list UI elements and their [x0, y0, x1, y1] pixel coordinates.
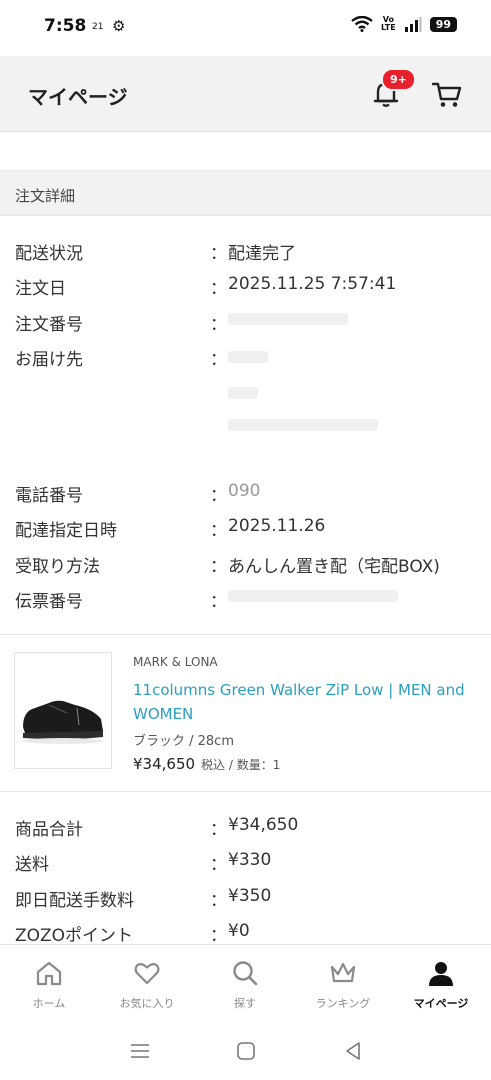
section-title: 注文詳細: [15, 187, 76, 205]
detail-value-redacted: [228, 587, 398, 607]
detail-label: 注文日: [15, 279, 66, 299]
detail-value: あんしん置き配（宅配BOX): [228, 557, 440, 577]
status-date-badge: 21: [92, 22, 104, 32]
nav-label: ホーム: [32, 997, 66, 1010]
nav-search[interactable]: 探す: [196, 945, 294, 1023]
detail-label: 伝票番号: [15, 592, 83, 612]
detail-row-delivery-date: 配達指定日時 ： 2025.11.26: [0, 512, 491, 546]
volte-bottom-label: LTE: [380, 23, 396, 32]
product-brand: MARK & LONA: [133, 655, 218, 669]
product-price-row: ¥34,650 税込 / 数量：1: [133, 755, 280, 773]
detail-colon: ：: [210, 486, 227, 506]
product-price-note: 税込 / 数量：1: [201, 758, 281, 772]
detail-colon: ：: [210, 891, 227, 911]
detail-row-shipping-address: お届け先 ：: [0, 341, 491, 461]
settings-gear-icon: ⚙: [112, 17, 126, 35]
nav-label: お気に入り: [119, 997, 175, 1010]
cart-icon: [431, 82, 462, 107]
total-row-shipping: 送料 ： ¥330: [0, 846, 491, 880]
signal-icon: [404, 16, 422, 32]
search-icon: [233, 961, 258, 986]
detail-value: 配達完了: [228, 244, 296, 264]
person-icon: [429, 962, 453, 986]
detail-row-order-number: 注文番号 ：: [0, 306, 491, 340]
total-row-subtotal: 商品合計 ： ¥34,650: [0, 811, 491, 845]
nav-label: 探す: [234, 997, 256, 1010]
crown-icon: [330, 962, 356, 983]
volte-indicator: Vo LTE: [381, 16, 396, 32]
back-icon[interactable]: [342, 1040, 366, 1062]
total-value: ¥34,650: [228, 815, 299, 835]
status-bar: 7:58 21 ⚙ Vo LTE 99: [0, 0, 491, 56]
detail-colon: ：: [210, 557, 227, 577]
detail-colon: ：: [210, 244, 227, 264]
detail-colon: ：: [210, 315, 227, 335]
recent-apps-icon[interactable]: [128, 1040, 152, 1062]
total-value: ¥330: [228, 850, 272, 870]
detail-value: 2025.11.25 7:57:41: [228, 274, 397, 294]
detail-colon: ：: [210, 820, 227, 840]
detail-value-redacted: [228, 310, 348, 330]
total-label: 送料: [15, 855, 49, 875]
total-label: 商品合計: [15, 820, 83, 840]
detail-label: 配達指定日時: [15, 521, 117, 541]
battery-indicator: 99: [429, 16, 457, 32]
total-value: ¥350: [228, 886, 272, 906]
detail-colon: ：: [210, 855, 227, 875]
detail-value: 090: [228, 481, 261, 501]
home-button-icon[interactable]: [234, 1040, 258, 1062]
nav-ranking[interactable]: ランキング: [294, 945, 392, 1023]
product-variant: ブラック / 28cm: [133, 734, 234, 749]
status-time: 7:58: [44, 16, 87, 36]
detail-value-redacted: [228, 345, 378, 431]
detail-row-tracking-number: 伝票番号 ：: [0, 583, 491, 617]
product-thumbnail[interactable]: [14, 652, 112, 769]
total-label: ZOZOポイント: [15, 926, 134, 946]
app-header: マイページ 9+: [0, 56, 491, 132]
order-detail-section-header: 注文詳細: [0, 170, 491, 216]
wifi-icon: [351, 16, 373, 32]
total-value: ¥0: [228, 921, 250, 941]
divider: [0, 634, 491, 635]
detail-row-receive-method: 受取り方法 ： あんしん置き配（宅配BOX): [0, 548, 491, 582]
system-nav-bar: [0, 1022, 491, 1080]
nav-label: ランキング: [315, 997, 371, 1010]
nav-mypage[interactable]: マイページ: [392, 945, 490, 1023]
sneaker-image: [23, 700, 103, 744]
detail-row-delivery-status: 配送状況 ： 配達完了: [0, 235, 491, 269]
page-title: マイページ: [28, 85, 128, 109]
total-label: 即日配送手数料: [15, 891, 134, 911]
product-name-link[interactable]: 11columns Green Walker ZiP Low | MEN and…: [133, 678, 478, 726]
detail-label: 受取り方法: [15, 557, 100, 577]
detail-label: 電話番号: [15, 486, 83, 506]
nav-label: マイページ: [413, 997, 469, 1010]
scroll-edge: [0, 133, 491, 169]
detail-colon: ：: [210, 350, 227, 370]
cart-button[interactable]: [429, 76, 465, 112]
detail-value: 2025.11.26: [228, 516, 326, 536]
detail-colon: ：: [210, 926, 227, 946]
detail-label: 注文番号: [15, 315, 83, 335]
nav-favorites[interactable]: お気に入り: [98, 945, 196, 1023]
divider: [0, 791, 491, 792]
nav-home[interactable]: ホーム: [0, 945, 98, 1023]
detail-colon: ：: [210, 279, 227, 299]
detail-colon: ：: [210, 521, 227, 541]
heart-icon: [134, 963, 160, 985]
home-icon: [36, 961, 62, 986]
status-indicators: Vo LTE 99: [351, 16, 457, 32]
product-price: ¥34,650: [133, 755, 196, 773]
detail-colon: ：: [210, 592, 227, 612]
detail-row-order-date: 注文日 ： 2025.11.25 7:57:41: [0, 270, 491, 304]
notification-badge: 9+: [381, 68, 416, 91]
detail-label: お届け先: [15, 350, 83, 370]
detail-label: 配送状況: [15, 244, 83, 264]
total-row-same-day-fee: 即日配送手数料 ： ¥350: [0, 882, 491, 916]
bottom-nav: ホーム お気に入り 探す ランキング マイページ: [0, 944, 491, 1022]
detail-row-phone: 電話番号 ： 090: [0, 477, 491, 511]
